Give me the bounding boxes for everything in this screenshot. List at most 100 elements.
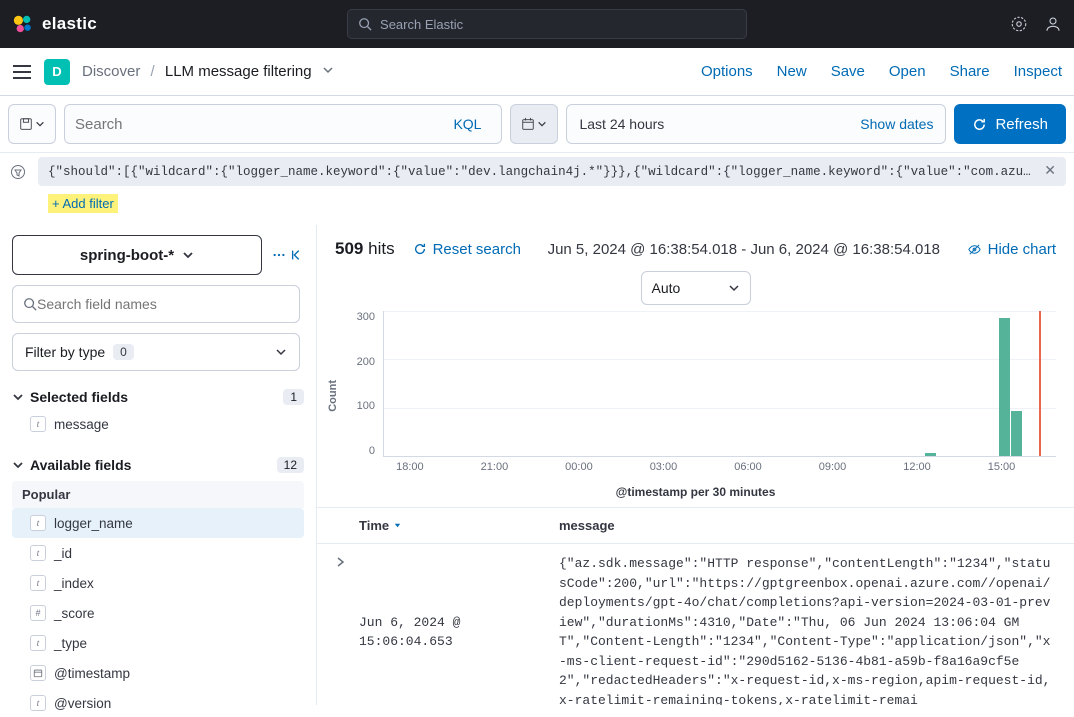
chart-bar xyxy=(999,318,1010,456)
elastic-logo-icon xyxy=(12,13,34,35)
refresh-label: Refresh xyxy=(995,116,1048,133)
share-link[interactable]: Share xyxy=(950,63,990,80)
reset-search-link[interactable]: Reset search xyxy=(413,241,521,258)
breadcrumb-current: LLM message filtering xyxy=(165,63,312,80)
date-range-text: Last 24 hours xyxy=(579,116,664,132)
global-search-input[interactable]: Search Elastic xyxy=(347,9,747,39)
refresh-icon xyxy=(413,242,427,256)
filter-by-type[interactable]: Filter by type 0 xyxy=(12,333,300,371)
hide-chart-label: Hide chart xyxy=(988,241,1056,258)
available-fields-header[interactable]: Available fields 12 xyxy=(12,453,304,477)
y-ticks: 300 200 100 0 xyxy=(343,311,379,457)
open-link[interactable]: Open xyxy=(889,63,926,80)
field-name: logger_name xyxy=(54,516,133,531)
field-name: _id xyxy=(54,546,72,561)
hide-chart-link[interactable]: Hide chart xyxy=(967,241,1056,258)
kql-toggle[interactable]: KQL xyxy=(443,116,491,132)
global-search-placeholder: Search Elastic xyxy=(380,17,463,32)
search-input[interactable] xyxy=(75,116,443,133)
date-quick-button[interactable] xyxy=(510,104,558,144)
search-icon xyxy=(23,297,37,311)
header-actions: Options New Save Open Share Inspect xyxy=(701,63,1062,80)
content-area: 509 hits Reset search Jun 5, 2024 @ 16:3… xyxy=(316,225,1074,705)
field-type-text-icon: t xyxy=(30,695,46,711)
field-item-message[interactable]: t message xyxy=(12,409,304,439)
field-search-input[interactable] xyxy=(37,296,289,312)
x-axis-label: @timestamp per 30 minutes xyxy=(317,481,1074,507)
date-range-picker[interactable]: Last 24 hours Show dates xyxy=(566,104,946,144)
table-row[interactable]: Jun 6, 2024 @ 15:06:04.653 {"az.sdk.mess… xyxy=(317,544,1074,705)
app-badge[interactable]: D xyxy=(44,59,70,85)
chart-bar xyxy=(925,453,936,456)
refresh-icon xyxy=(972,117,987,132)
sort-desc-icon xyxy=(393,521,402,530)
plot-area xyxy=(383,311,1056,457)
new-link[interactable]: New xyxy=(777,63,807,80)
chevron-down-icon xyxy=(12,459,24,471)
search-bar[interactable]: KQL xyxy=(64,104,502,144)
interval-select[interactable]: Auto xyxy=(641,271,751,305)
filter-pill[interactable]: {"should":[{"wildcard":{"logger_name.key… xyxy=(38,157,1066,186)
field-type-text-icon: t xyxy=(30,515,46,531)
expand-row-icon[interactable] xyxy=(335,554,359,705)
field-item-type[interactable]: t _type xyxy=(12,628,304,658)
filter-type-count: 0 xyxy=(113,344,134,360)
chart-date-range: Jun 5, 2024 @ 16:38:54.018 - Jun 6, 2024… xyxy=(521,241,967,258)
field-type-text-icon: t xyxy=(30,416,46,432)
chevron-down-icon xyxy=(182,249,194,261)
breadcrumb-root[interactable]: Discover xyxy=(82,63,140,80)
show-dates-link[interactable]: Show dates xyxy=(860,116,933,132)
table-header: Time message xyxy=(317,508,1074,544)
selected-fields-count: 1 xyxy=(283,389,304,405)
chevron-down-icon xyxy=(275,346,287,358)
filter-remove-icon[interactable]: ✕ xyxy=(1044,163,1056,180)
selected-fields-label: Selected fields xyxy=(30,389,128,405)
chevron-down-icon xyxy=(12,391,24,403)
eye-off-icon xyxy=(967,242,982,257)
col-message-header[interactable]: message xyxy=(559,518,1056,533)
inspect-link[interactable]: Inspect xyxy=(1014,63,1062,80)
breadcrumb: Discover / LLM message filtering xyxy=(82,63,334,80)
field-item-logger-name[interactable]: t logger_name xyxy=(12,508,304,538)
global-header: elastic Search Elastic xyxy=(0,0,1074,48)
field-search[interactable] xyxy=(12,285,300,323)
field-item-id[interactable]: t _id xyxy=(12,538,304,568)
field-item-score[interactable]: # _score xyxy=(12,598,304,628)
save-link[interactable]: Save xyxy=(831,63,865,80)
field-item-version[interactable]: t @version xyxy=(12,688,304,717)
query-bar: KQL Last 24 hours Show dates Refresh xyxy=(0,96,1074,153)
chart-bar xyxy=(1011,411,1022,456)
user-icon[interactable] xyxy=(1044,15,1062,33)
options-link[interactable]: Options xyxy=(701,63,753,80)
refresh-button[interactable]: Refresh xyxy=(954,104,1066,144)
selected-fields-header[interactable]: Selected fields 1 xyxy=(12,385,304,409)
filter-bar: {"should":[{"wildcard":{"logger_name.key… xyxy=(0,153,1074,194)
add-filter-button[interactable]: + Add filter xyxy=(48,194,118,213)
chevron-down-icon[interactable] xyxy=(322,64,334,76)
now-marker xyxy=(1039,311,1041,456)
index-pattern-button[interactable]: spring-boot-* xyxy=(12,235,262,275)
field-item-timestamp[interactable]: @timestamp xyxy=(12,658,304,688)
index-pattern-label: spring-boot-* xyxy=(80,247,174,264)
field-type-text-icon: t xyxy=(30,575,46,591)
filter-settings-button[interactable] xyxy=(8,162,28,182)
menu-icon[interactable] xyxy=(12,65,32,79)
field-name: message xyxy=(54,417,109,432)
available-fields-count: 12 xyxy=(277,457,304,473)
field-name: @version xyxy=(54,696,111,711)
chevron-down-icon xyxy=(728,282,740,294)
help-icon[interactable] xyxy=(1010,15,1028,33)
collapse-icon[interactable] xyxy=(290,248,304,262)
histogram-chart[interactable]: Count 300 200 100 0 xyxy=(317,311,1074,481)
saved-query-button[interactable] xyxy=(8,104,56,144)
chevron-down-icon xyxy=(35,119,45,129)
calendar-icon xyxy=(521,117,535,131)
filter-icon xyxy=(10,164,26,180)
dots-icon[interactable] xyxy=(272,248,286,262)
available-fields-label: Available fields xyxy=(30,457,131,473)
brand-text: elastic xyxy=(42,14,97,34)
field-name: @timestamp xyxy=(54,666,130,681)
field-item-index[interactable]: t _index xyxy=(12,568,304,598)
search-icon xyxy=(358,17,372,31)
col-time-header[interactable]: Time xyxy=(359,518,559,533)
